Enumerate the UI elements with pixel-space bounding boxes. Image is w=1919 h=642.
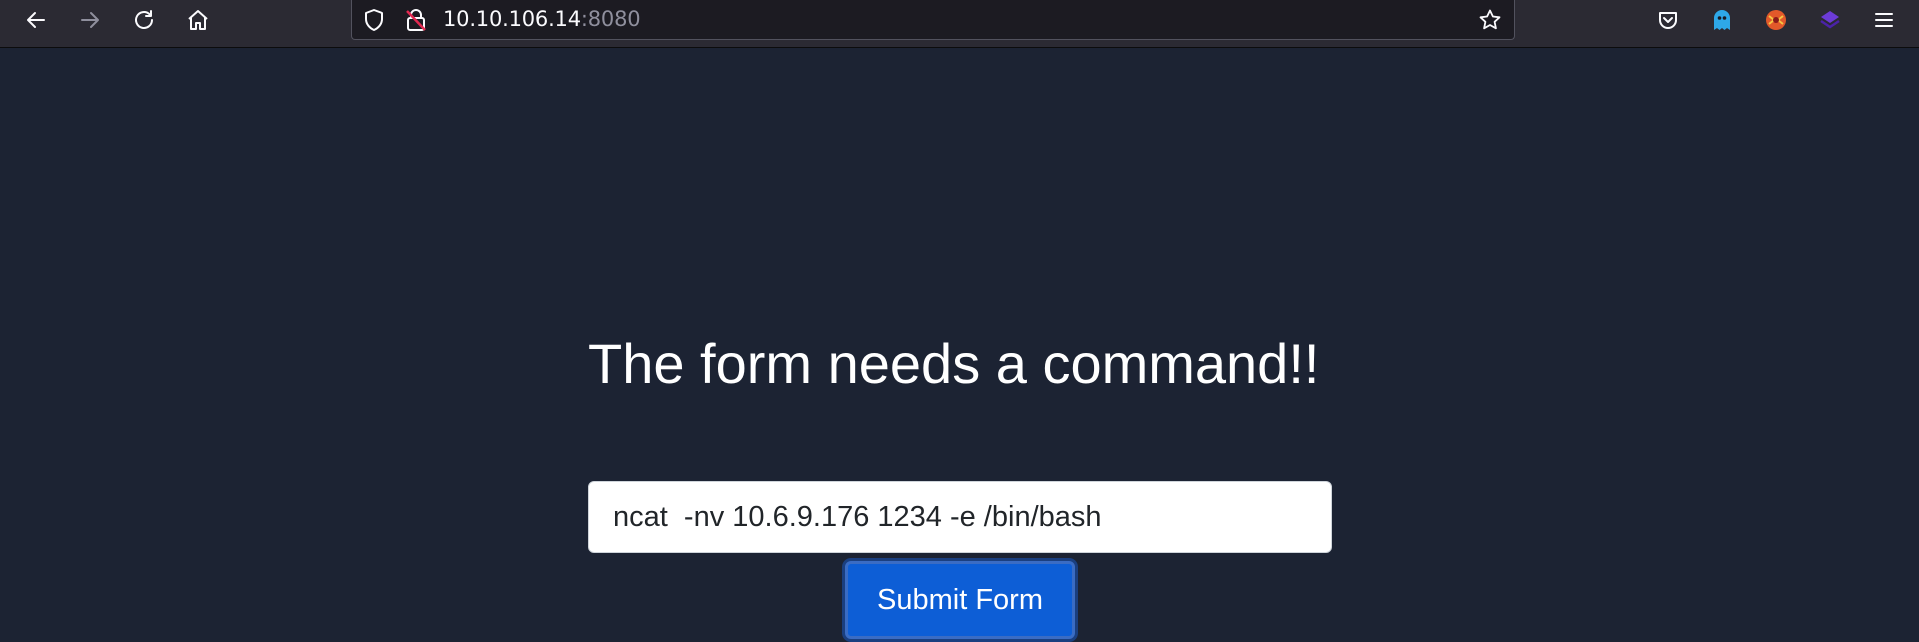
back-arrow-icon (27, 12, 45, 28)
ghost-extension-icon (1714, 10, 1730, 30)
wappalyzer-extension-button[interactable] (1815, 6, 1845, 34)
home-button[interactable] (178, 4, 218, 36)
submit-form-button[interactable]: Submit Form (845, 561, 1075, 639)
reload-icon (135, 10, 153, 29)
browser-toolbar: 10.10.106.14:8080 (0, 0, 1919, 48)
reload-button[interactable] (124, 4, 164, 36)
foxyproxy-extension-icon (1766, 10, 1786, 30)
url-text[interactable]: 10.10.106.14:8080 (443, 7, 641, 31)
foxyproxy-extension-button[interactable] (1761, 6, 1791, 34)
insecure-lock-icon[interactable] (404, 8, 428, 32)
ghost-extension-button[interactable] (1707, 6, 1737, 34)
pocket-button[interactable] (1653, 6, 1683, 34)
forward-arrow-icon (81, 12, 99, 28)
wappalyzer-extension-icon (1820, 11, 1840, 29)
menu-button[interactable] (1869, 6, 1899, 34)
pocket-icon (1659, 12, 1677, 29)
tracking-protection-shield-icon[interactable] (362, 8, 386, 32)
url-bar[interactable]: 10.10.106.14:8080 (351, 0, 1515, 40)
url-host: 10.10.106.14 (443, 7, 581, 31)
back-button[interactable] (16, 4, 56, 36)
page-title: The form needs a command!! (588, 332, 1320, 395)
hamburger-menu-icon (1875, 13, 1893, 27)
bookmark-star-icon[interactable] (1478, 8, 1502, 32)
url-port: :8080 (580, 7, 641, 31)
home-icon (188, 10, 208, 30)
command-input[interactable] (588, 481, 1332, 553)
forward-button[interactable] (70, 4, 110, 36)
